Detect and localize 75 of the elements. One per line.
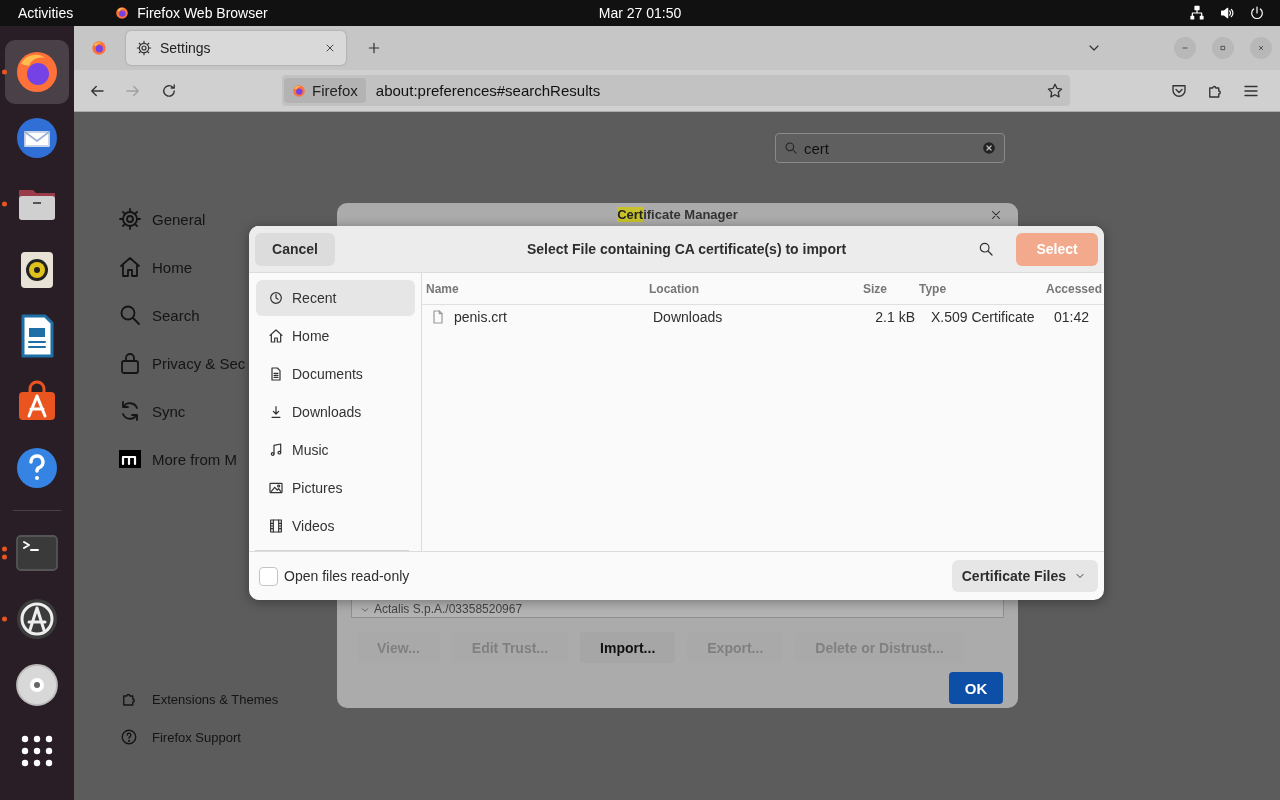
browser-logo-icon — [91, 40, 107, 56]
place-item[interactable]: Documents — [256, 355, 415, 393]
maximize-icon — [1218, 43, 1228, 53]
place-item[interactable]: Pictures — [256, 469, 415, 507]
download-icon — [268, 404, 284, 420]
cancel-button[interactable]: Cancel — [255, 232, 335, 266]
place-item[interactable]: Music — [256, 431, 415, 469]
running-indicator — [2, 616, 7, 622]
search-field[interactable]: cert — [775, 133, 1005, 163]
close-icon — [324, 42, 336, 54]
gear-icon — [118, 207, 142, 231]
close-icon[interactable] — [989, 208, 1003, 222]
activities-button[interactable]: Activities — [18, 5, 74, 21]
place-item[interactable]: Videos — [256, 507, 415, 545]
volume-icon[interactable] — [1219, 5, 1235, 21]
close-icon — [1256, 43, 1266, 53]
clock-icon — [268, 290, 284, 306]
url-text: about:preferences#searchResults — [375, 82, 601, 99]
file-row[interactable]: penis.crt Downloads 2.1 kB X.509 Certificate 01:42 — [422, 305, 1104, 329]
column-header[interactable]: Name — [422, 281, 645, 296]
app-menu[interactable]: Firefox Web Browser — [115, 5, 268, 21]
search-icon — [784, 141, 798, 155]
table-cell-text: 01:42 — [1053, 309, 1091, 325]
checkbox[interactable] — [259, 566, 278, 586]
browser-tab[interactable]: Settings — [126, 31, 346, 65]
home-icon — [268, 328, 284, 344]
document-icon — [268, 366, 284, 382]
column-header[interactable]: Location — [645, 281, 859, 296]
column-header[interactable]: Type — [915, 281, 1042, 296]
gear-icon — [136, 40, 152, 56]
reload-icon[interactable] — [160, 81, 178, 100]
table-cell-text: Downloads — [652, 309, 724, 325]
film-icon — [268, 518, 284, 534]
dock-item[interactable] — [5, 40, 69, 104]
running-indicator — [2, 546, 7, 560]
column-header[interactable]: Size — [859, 281, 915, 296]
maximize-button[interactable] — [1212, 37, 1234, 59]
mozilla-icon — [118, 447, 142, 471]
network-icon[interactable] — [1189, 5, 1205, 21]
column-header[interactable]: Accessed — [1042, 281, 1104, 296]
running-indicator — [2, 201, 7, 207]
place-item[interactable]: Downloads — [256, 393, 415, 431]
music-note-icon — [268, 442, 284, 458]
browser-logo-icon — [115, 6, 130, 20]
help-icon — [120, 728, 138, 746]
search-icon[interactable] — [978, 241, 994, 257]
new-tab-icon[interactable] — [366, 40, 382, 56]
table-cell: penis.crt — [454, 309, 507, 325]
lock-icon — [118, 351, 142, 375]
dialog-title: Select File containing CA certificate(s) to import — [525, 241, 848, 257]
browser-logo-icon — [292, 83, 306, 98]
filter-dropdown[interactable]: Certificate Files — [951, 560, 1098, 592]
address-bar[interactable]: Firefox about:preferences#searchResults — [282, 75, 1070, 106]
dialog-title: Certificate Manager — [617, 207, 738, 222]
clock[interactable]: Mar 27 01:50 — [598, 5, 682, 21]
settings-link[interactable]: Extensions & Themes — [118, 680, 340, 718]
clear-icon[interactable] — [982, 141, 996, 155]
place-item[interactable]: Home — [256, 317, 415, 355]
home-icon — [118, 255, 142, 279]
settings-link[interactable]: Firefox Support — [118, 718, 340, 756]
table-cell-text: X.509 Certificate — [930, 309, 1036, 325]
file-icon — [430, 309, 446, 325]
ok-button[interactable]: OK — [949, 672, 1003, 704]
power-icon[interactable] — [1249, 5, 1265, 21]
star-icon[interactable] — [1046, 81, 1064, 100]
disc-icon — [13, 661, 61, 709]
tree-row[interactable]: Actalis S.p.A./03358520967 — [352, 603, 523, 617]
identity-button[interactable]: Firefox — [284, 78, 366, 103]
table-cell-text: 2.1 kB — [874, 309, 916, 325]
checkbox-label: Open files read-only — [284, 568, 410, 584]
place-item[interactable]: Recent — [256, 280, 415, 316]
running-indicator — [2, 69, 7, 75]
picture-icon — [268, 480, 284, 496]
dialog-button[interactable]: Import... — [580, 632, 676, 663]
search-icon — [118, 303, 142, 327]
